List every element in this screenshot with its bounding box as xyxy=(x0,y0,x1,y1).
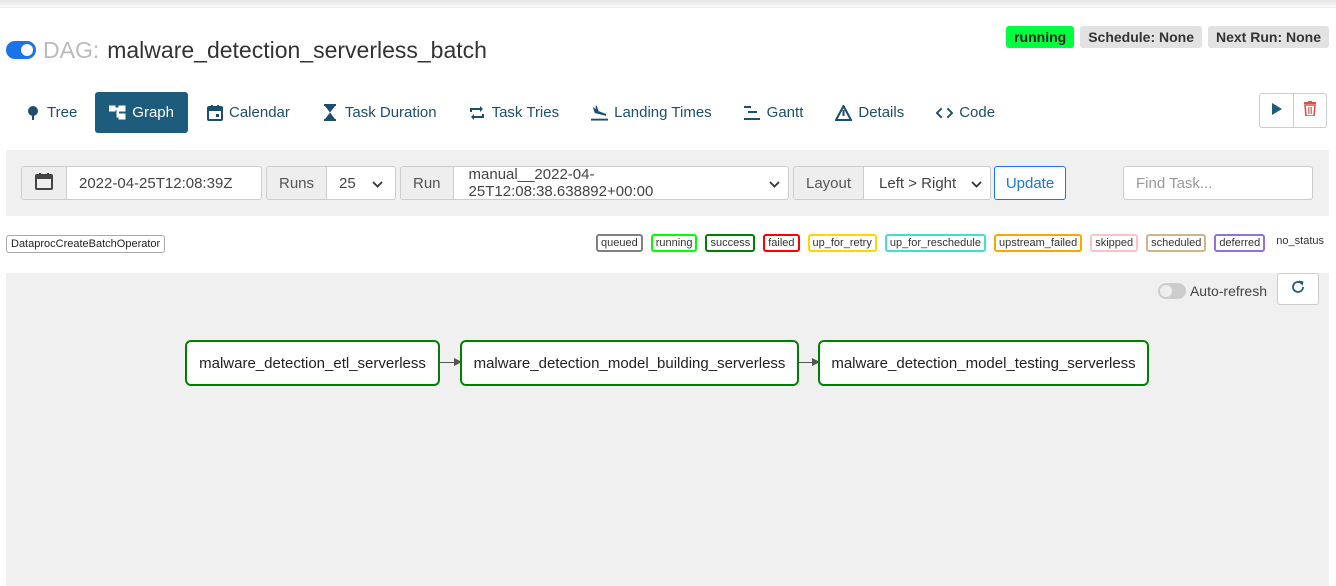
trash-icon xyxy=(1304,100,1316,121)
dag-id-title: malware_detection_serverless_batch xyxy=(107,36,487,63)
tree-icon xyxy=(24,104,41,121)
refresh-button[interactable] xyxy=(1277,273,1319,305)
tab-gantt[interactable]: Gantt xyxy=(730,92,818,133)
dag-actions xyxy=(1259,93,1327,128)
runs-value: 25 xyxy=(339,174,356,192)
plane-landing-icon xyxy=(591,104,609,121)
dag-label: DAG: xyxy=(43,36,100,63)
dag-pause-toggle[interactable] xyxy=(6,41,36,59)
run-label: Run xyxy=(401,167,454,199)
task-node[interactable]: malware_detection_model_building_serverl… xyxy=(460,340,799,386)
play-icon xyxy=(1271,102,1282,120)
state-up-for-retry: up_for_retry xyxy=(807,234,877,252)
schedule-badge: Schedule: None xyxy=(1080,26,1202,48)
state-deferred: deferred xyxy=(1214,234,1266,252)
calendar-icon xyxy=(35,172,53,194)
tab-task-duration[interactable]: Task Duration xyxy=(308,92,451,133)
warning-triangle-icon xyxy=(835,104,853,121)
tab-calendar[interactable]: Calendar xyxy=(192,92,304,133)
state-scheduled: scheduled xyxy=(1146,234,1207,252)
tab-label: Gantt xyxy=(766,104,804,121)
tab-label: Code xyxy=(959,104,996,121)
refresh-icon xyxy=(1291,280,1305,299)
chevron-down-icon xyxy=(372,175,383,192)
state-upstream-failed: upstream_failed xyxy=(993,234,1083,252)
dag-header: DAG: malware_detection_serverless_batch xyxy=(6,34,487,66)
tab-tree[interactable]: Tree xyxy=(10,92,91,133)
chevron-down-icon xyxy=(769,175,780,192)
state-success: success xyxy=(705,234,756,252)
tab-graph[interactable]: Graph xyxy=(95,92,188,133)
layout-group: Layout Left > Right xyxy=(793,166,991,200)
state-skipped: skipped xyxy=(1090,234,1139,252)
code-icon xyxy=(936,104,954,121)
calendar-icon xyxy=(206,104,223,121)
task-node[interactable]: malware_detection_etl_serverless xyxy=(185,340,440,386)
base-date-group: 2022-04-25T12:08:39Z xyxy=(21,166,262,200)
state-legend: queued running success failed up_for_ret… xyxy=(596,234,1327,252)
runs-select[interactable]: 25 xyxy=(327,167,395,199)
gantt-icon xyxy=(744,104,761,121)
state-failed: failed xyxy=(763,234,800,252)
auto-refresh-label: Auto-refresh xyxy=(1189,283,1267,299)
layout-value: Left > Right xyxy=(879,174,957,192)
calendar-button[interactable] xyxy=(22,167,67,199)
tab-label: Task Tries xyxy=(491,104,560,121)
next-run-badge: Next Run: None xyxy=(1208,26,1329,48)
runs-label: Runs xyxy=(267,167,328,199)
tab-code[interactable]: Code xyxy=(922,92,1009,133)
find-task-input[interactable]: Find Task... xyxy=(1123,166,1313,200)
run-group: Run manual__2022-04-25T12:08:38.638892+0… xyxy=(400,166,789,200)
layout-label: Layout xyxy=(794,167,865,199)
run-select[interactable]: manual__2022-04-25T12:08:38.638892+00:00 xyxy=(454,167,788,199)
base-date-input[interactable]: 2022-04-25T12:08:39Z xyxy=(67,167,261,199)
top-shadow-bar xyxy=(0,0,1336,8)
running-badge: running xyxy=(1006,26,1075,48)
dependency-edge xyxy=(440,358,462,366)
state-running: running xyxy=(650,234,698,252)
hourglass-icon xyxy=(322,104,339,121)
tab-landing-times[interactable]: Landing Times xyxy=(577,92,726,133)
tab-label: Tree xyxy=(47,104,78,121)
tab-label: Calendar xyxy=(229,104,290,121)
runs-group: Runs 25 xyxy=(266,166,396,200)
state-queued: queued xyxy=(596,234,643,252)
task-node[interactable]: malware_detection_model_testing_serverle… xyxy=(818,340,1149,386)
update-button[interactable]: Update xyxy=(994,166,1066,200)
layout-select[interactable]: Left > Right xyxy=(864,167,990,199)
auto-refresh-toggle[interactable]: Auto-refresh xyxy=(1157,281,1267,301)
dependency-edge xyxy=(799,358,820,366)
tab-label: Landing Times xyxy=(614,104,712,121)
tab-label: Details xyxy=(858,104,905,121)
state-up-for-reschedule: up_for_reschedule xyxy=(884,234,986,252)
operator-legend: DataprocCreateBatchOperator xyxy=(6,235,166,253)
dag-graph-canvas[interactable]: Auto-refresh malware_detection_etl_serve… xyxy=(6,273,1329,586)
run-value: manual__2022-04-25T12:08:38.638892+00:00 xyxy=(468,166,654,200)
toggle-switch[interactable] xyxy=(1157,283,1186,299)
state-no-status: no_status xyxy=(1273,234,1327,252)
graph-icon xyxy=(109,104,126,121)
chevron-down-icon xyxy=(971,175,982,192)
graph-filter-bar: 2022-04-25T12:08:39Z Runs 25 Run manual_… xyxy=(6,150,1329,216)
delete-dag-button[interactable] xyxy=(1293,94,1326,127)
dag-status-badges: running Schedule: None Next Run: None xyxy=(1006,26,1329,48)
repeat-icon xyxy=(469,104,486,121)
tab-label: Graph xyxy=(132,104,174,121)
trigger-dag-button[interactable] xyxy=(1260,94,1293,127)
tab-details[interactable]: Details xyxy=(821,92,918,133)
tab-task-tries[interactable]: Task Tries xyxy=(455,92,574,133)
dag-view-tabs: Tree Graph Calendar Task Duration Task T… xyxy=(10,92,1013,133)
tab-label: Task Duration xyxy=(344,104,437,121)
